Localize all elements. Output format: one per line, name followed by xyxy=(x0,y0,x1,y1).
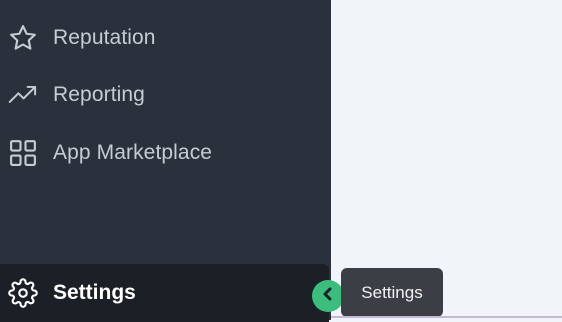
tooltip-text: Settings xyxy=(361,282,423,302)
sidebar-item-app-marketplace[interactable]: App Marketplace xyxy=(0,133,331,173)
sidebar: Reputation Reporting App Marketplace Set… xyxy=(0,0,331,322)
settings-tooltip: Settings xyxy=(341,268,443,317)
gear-icon xyxy=(8,278,38,308)
sidebar-item-label: Reporting xyxy=(53,83,145,106)
divider xyxy=(331,316,562,318)
trending-up-icon xyxy=(8,80,38,110)
sidebar-item-label: Settings xyxy=(53,281,136,304)
sidebar-item-label: App Marketplace xyxy=(53,141,213,164)
grid-icon xyxy=(8,138,38,168)
sidebar-item-settings[interactable]: Settings xyxy=(0,264,329,322)
collapse-sidebar-button[interactable] xyxy=(312,280,344,312)
chevron-left-icon xyxy=(320,286,336,307)
sidebar-item-reputation[interactable]: Reputation xyxy=(0,18,331,58)
sidebar-item-label: Reputation xyxy=(53,26,156,49)
star-icon xyxy=(8,23,38,53)
sidebar-item-reporting[interactable]: Reporting xyxy=(0,75,331,115)
